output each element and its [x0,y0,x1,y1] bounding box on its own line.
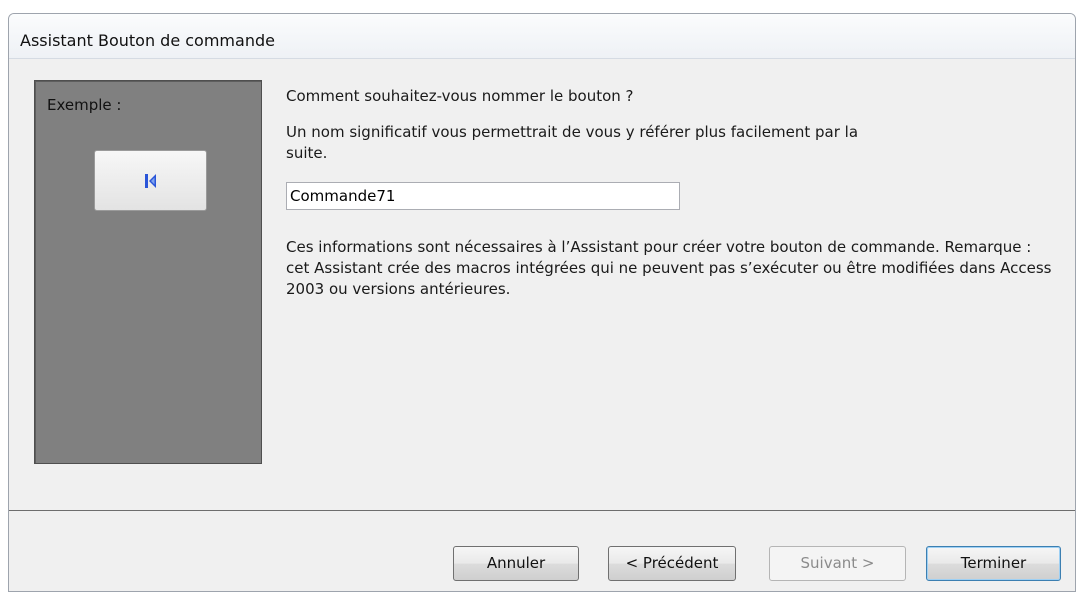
button-name-input[interactable] [286,182,680,210]
cancel-button[interactable]: Annuler [453,546,579,581]
example-button-preview [94,150,207,211]
next-button[interactable]: Suivant > [769,546,906,581]
name-question: Comment souhaitez-vous nommer le bouton … [286,87,634,105]
example-label: Exemple : [47,96,122,114]
wizard-dialog: Assistant Bouton de commande Exemple : C… [8,13,1076,592]
window-title: Assistant Bouton de commande [20,31,275,50]
name-hint: Un nom significatif vous permettrait de … [286,123,859,162]
info-text: Ces informations sont nécessaires à l’As… [286,238,1052,298]
example-panel: Exemple : [34,80,262,464]
previous-button[interactable]: < Précédent [608,546,736,581]
finish-button[interactable]: Terminer [926,546,1061,581]
first-record-icon [145,173,156,188]
title-bar: Assistant Bouton de commande [9,14,1075,59]
footer-separator [9,510,1075,511]
